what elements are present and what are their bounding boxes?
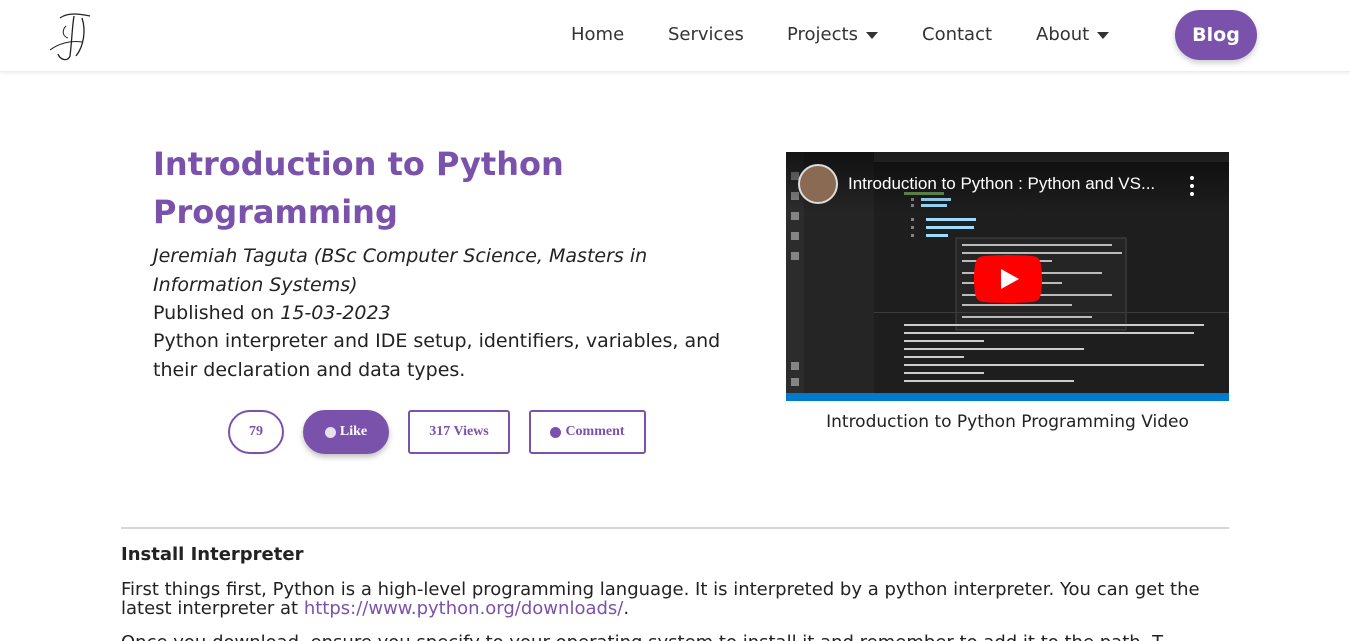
comment-button[interactable]: Comment xyxy=(529,410,646,454)
views-button[interactable]: 317 Views xyxy=(408,410,510,454)
nav-contact-label: Contact xyxy=(922,24,993,45)
comment-label: Comment xyxy=(565,424,625,439)
published-line: Published on 15-03-2023 xyxy=(153,300,391,326)
like-label: Like xyxy=(339,424,368,439)
more-options-icon[interactable] xyxy=(1189,176,1195,196)
video-caption: Introduction to Python Programming Video xyxy=(826,412,1189,432)
nav-home-label: Home xyxy=(571,24,625,45)
like-count-button[interactable]: 79 xyxy=(228,410,284,454)
paragraph-end: . xyxy=(623,598,630,619)
nav-about[interactable]: About xyxy=(1036,24,1110,45)
published-prefix: Published on xyxy=(153,302,275,324)
video-thumbnail-statusbar xyxy=(786,393,1229,401)
nav-projects[interactable]: Projects xyxy=(787,24,878,45)
paragraph-text: First things first, Python is a high-lev… xyxy=(121,579,1200,619)
views-label: 317 Views xyxy=(429,424,489,439)
nav-services[interactable]: Services xyxy=(668,24,744,45)
caret-down-icon xyxy=(1097,32,1110,39)
video-title[interactable]: Introduction to Python : Python and VS..… xyxy=(848,174,1178,194)
section-heading: Install Interpreter xyxy=(121,544,304,565)
article-summary: Python interpreter and IDE setup, identi… xyxy=(153,330,721,381)
nav-home[interactable]: Home xyxy=(571,24,624,45)
video-player[interactable]: Introduction to Python : Python and VS..… xyxy=(786,152,1229,401)
blog-button[interactable]: Blog xyxy=(1175,10,1257,60)
nav-services-label: Services xyxy=(668,24,744,45)
like-icon xyxy=(324,426,336,438)
nav-about-label: About xyxy=(1036,24,1090,45)
play-icon[interactable] xyxy=(974,255,1042,303)
article-title: Introduction to Python Programming xyxy=(153,145,564,231)
like-count: 79 xyxy=(249,424,263,439)
published-date: 15-03-2023 xyxy=(280,302,391,324)
paragraph: First things first, Python is a high-lev… xyxy=(121,580,1229,618)
channel-avatar[interactable] xyxy=(798,164,838,204)
article-author: Jeremiah Taguta (BSc Computer Science, M… xyxy=(153,245,648,296)
section-divider xyxy=(121,527,1229,529)
like-button[interactable]: Like xyxy=(303,410,389,454)
nav-projects-label: Projects xyxy=(787,24,858,45)
caret-down-icon xyxy=(865,32,878,39)
python-download-link[interactable]: https://www.python.org/downloads/ xyxy=(304,598,624,619)
comment-icon xyxy=(550,426,562,438)
nav-contact[interactable]: Contact xyxy=(922,24,992,45)
site-logo[interactable] xyxy=(46,10,98,62)
paragraph: Once you download, ensure you specify to… xyxy=(121,633,1229,641)
navbar: Home Services Projects Contact About Blo… xyxy=(0,0,1350,72)
